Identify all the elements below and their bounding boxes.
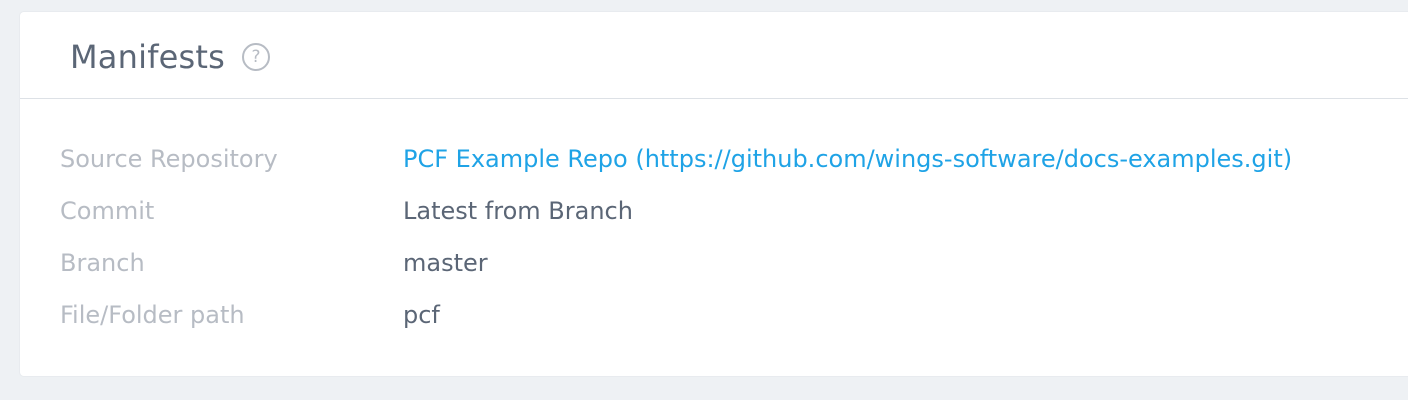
branch-value: master xyxy=(403,249,488,277)
manifests-panel: Manifests ? Source Repository PCF Exampl… xyxy=(20,12,1408,376)
panel-title: Manifests xyxy=(70,38,226,76)
panel-header: Manifests ? xyxy=(20,12,1408,99)
branch-label: Branch xyxy=(60,249,145,277)
file-folder-path-label: File/Folder path xyxy=(60,301,245,329)
file-folder-path-value: pcf xyxy=(403,301,440,329)
commit-label: Commit xyxy=(60,197,155,225)
source-repository-link[interactable]: PCF Example Repo (https://github.com/win… xyxy=(403,139,1292,179)
source-repository-label: Source Repository xyxy=(60,145,278,173)
question-circle-icon[interactable]: ? xyxy=(242,43,270,71)
commit-value: Latest from Branch xyxy=(403,197,633,225)
